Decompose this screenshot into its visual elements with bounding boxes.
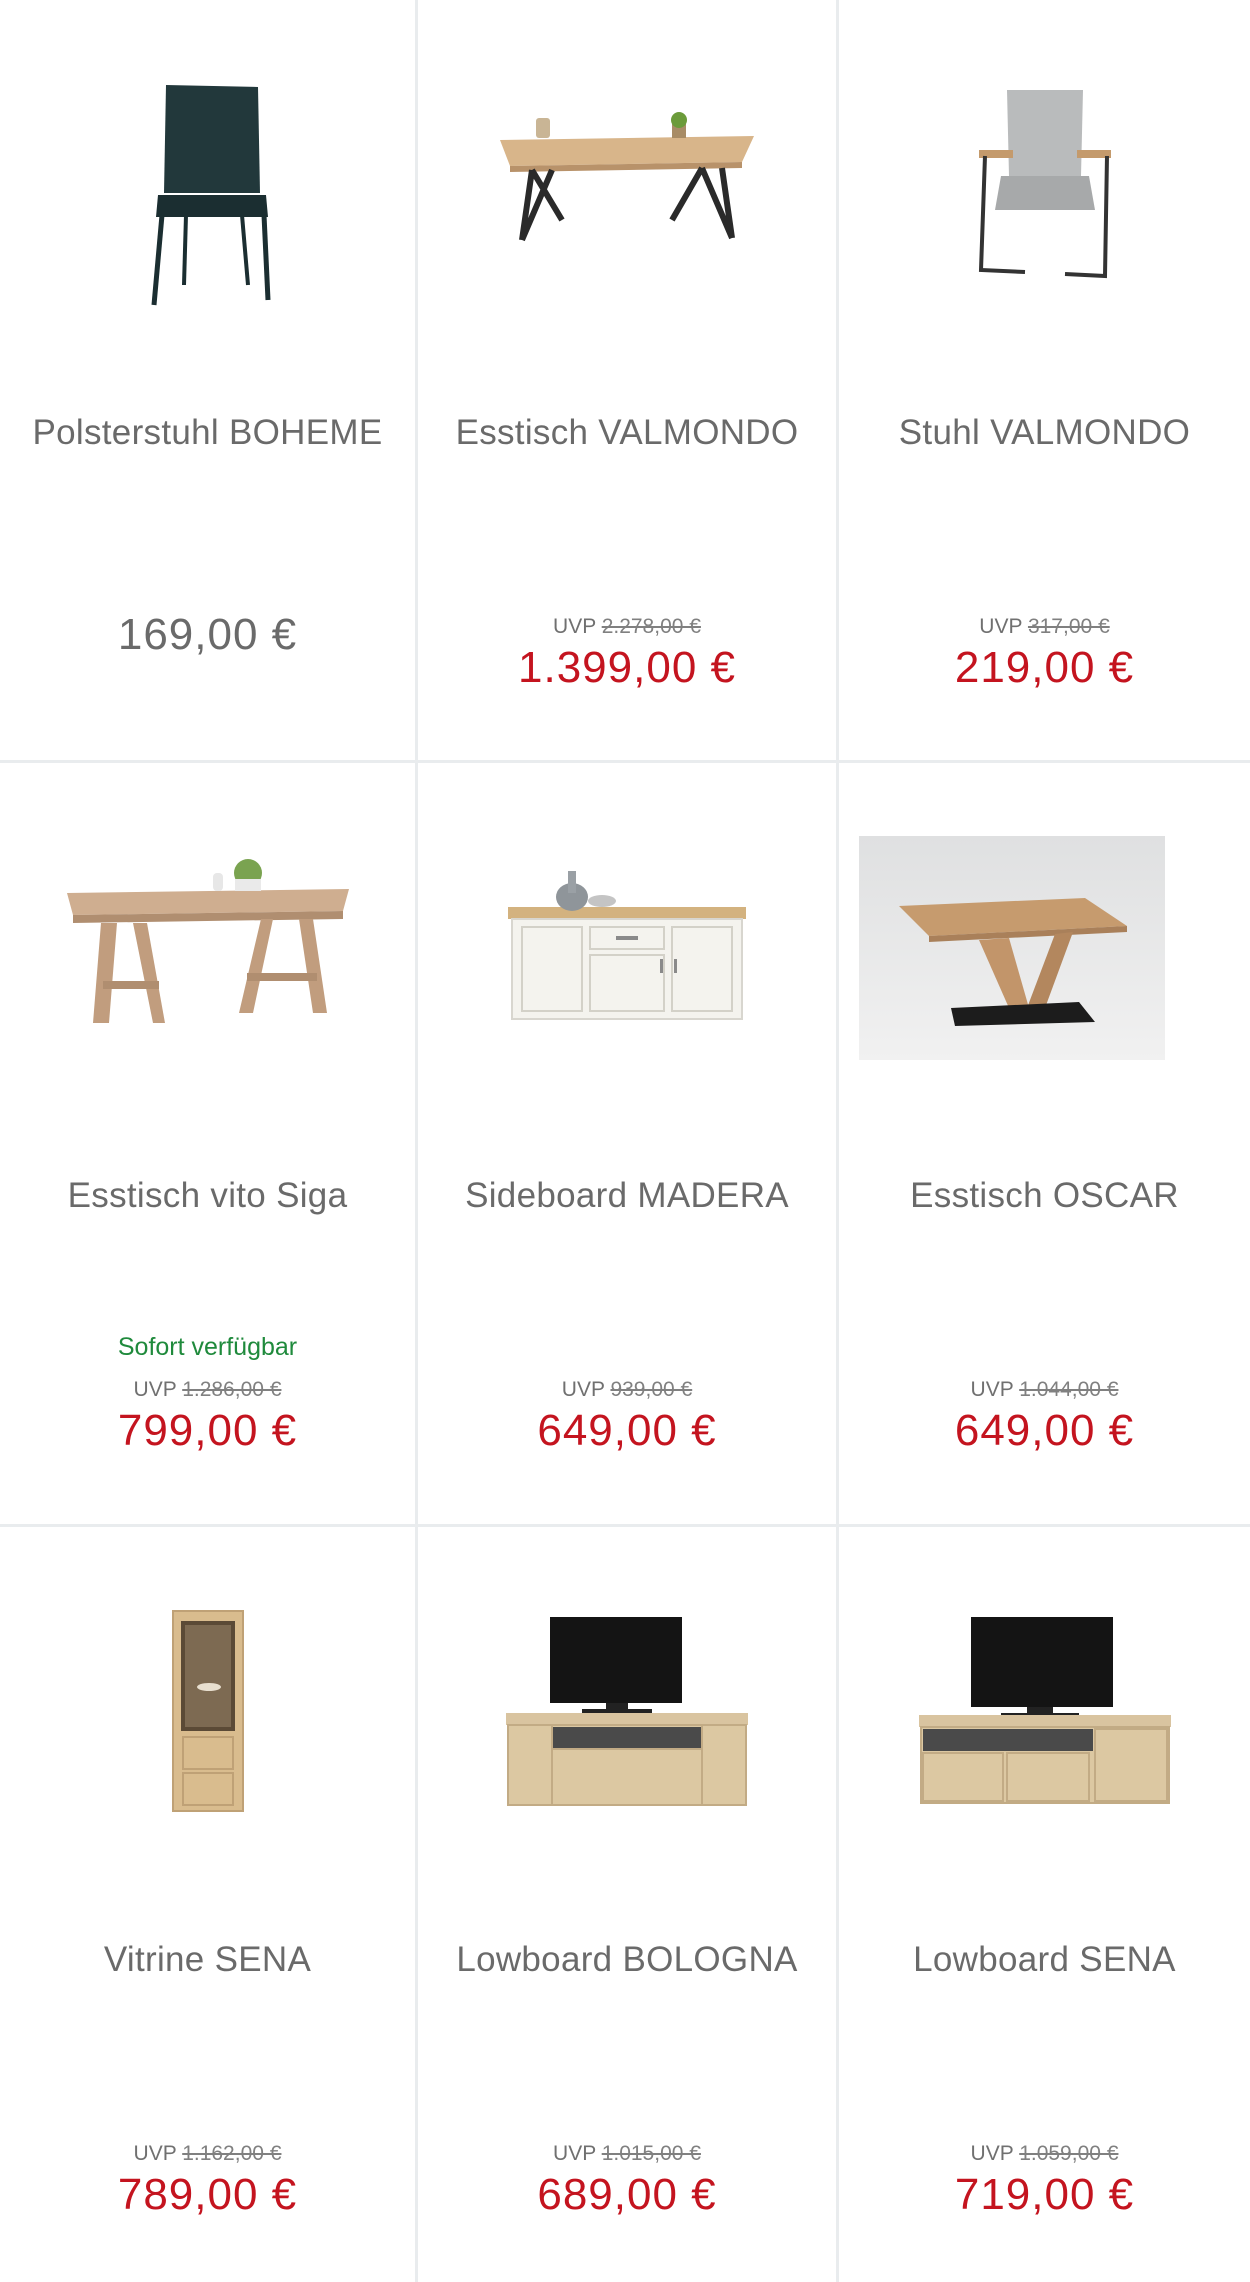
product-card[interactable]: Vitrine SENA UVP 1.162,00 € 789,00 € [0, 1527, 418, 2282]
product-price: 789,00 € [117, 2170, 298, 2219]
product-price: 689,00 € [537, 2170, 717, 2219]
product-name[interactable]: Esstisch OSCAR [849, 1173, 1240, 1218]
pedestal-dining-table-icon [859, 836, 1165, 1060]
armchair-grey-icon [978, 90, 1111, 279]
product-card[interactable]: Lowboard BOLOGNA UVP 1.015,00 € 689,00 € [418, 1527, 839, 2282]
product-image[interactable] [418, 1567, 836, 1857]
uvp-price: 317,00 € [1027, 615, 1110, 638]
uvp-line: UVP 317,00 € [839, 615, 1250, 639]
white-sideboard-icon [508, 871, 746, 1020]
dining-table-black-legs-icon [500, 112, 754, 242]
uvp-line: UVP 1.059,00 € [839, 2142, 1250, 2166]
product-price: 1.399,00 € [518, 643, 736, 692]
uvp-line: UVP 1.286,00 € [0, 1378, 415, 1402]
product-image[interactable] [0, 40, 415, 330]
uvp-label: UVP [970, 1378, 1014, 1401]
uvp-line: UVP 939,00 € [418, 1378, 836, 1402]
uvp-label: UVP [970, 2142, 1014, 2165]
availability-status: Sofort verfügbar [117, 1333, 298, 1361]
uvp-price: 1.286,00 € [182, 1378, 282, 1401]
product-name[interactable]: Esstisch VALMONDO [428, 410, 826, 455]
uvp-line: UVP 2.278,00 € [418, 615, 836, 639]
product-name[interactable]: Lowboard BOLOGNA [428, 1937, 826, 1982]
wooden-dining-table-icon [66, 859, 349, 1023]
uvp-price: 1.044,00 € [1019, 1378, 1119, 1401]
product-name[interactable]: Vitrine SENA [10, 1937, 405, 1982]
product-name[interactable]: Sideboard MADERA [428, 1173, 826, 1218]
product-card[interactable]: Sideboard MADERA UVP 939,00 € 649,00 € [418, 763, 839, 1527]
product-card[interactable]: Polsterstuhl BOHEME 169,00 € [0, 0, 418, 763]
uvp-label: UVP [553, 615, 596, 638]
uvp-price: 1.015,00 € [601, 2142, 701, 2165]
tv-lowboard-icon [506, 1617, 748, 1806]
uvp-line: UVP 1.162,00 € [0, 2142, 415, 2166]
product-price: 169,00 € [117, 610, 298, 659]
product-price: 799,00 € [117, 1406, 298, 1455]
uvp-label: UVP [133, 2142, 177, 2165]
uvp-label: UVP [561, 1378, 605, 1401]
product-card[interactable]: Esstisch VALMONDO UVP 2.278,00 € 1.399,0… [418, 0, 839, 763]
uvp-line: UVP 1.015,00 € [418, 2142, 836, 2166]
product-price: 219,00 € [954, 643, 1135, 692]
product-name[interactable]: Polsterstuhl BOHEME [10, 410, 405, 455]
dining-chair-dark-green-icon [151, 85, 270, 306]
product-image[interactable] [418, 803, 836, 1093]
product-price: 649,00 € [954, 1406, 1135, 1455]
product-name[interactable]: Stuhl VALMONDO [849, 410, 1240, 455]
product-card[interactable]: Esstisch vito Siga Sofort verfügbar UVP … [0, 763, 418, 1527]
uvp-label: UVP [553, 2142, 596, 2165]
product-name[interactable]: Esstisch vito Siga [10, 1173, 405, 1218]
uvp-line: UVP 1.044,00 € [839, 1378, 1250, 1402]
uvp-price: 2.278,00 € [601, 615, 701, 638]
product-name[interactable]: Lowboard SENA [849, 1937, 1240, 1982]
product-card[interactable]: Esstisch OSCAR UVP 1.044,00 € 649,00 € [839, 763, 1250, 1527]
product-image[interactable] [839, 803, 1250, 1093]
product-image[interactable] [839, 40, 1250, 330]
uvp-price: 1.059,00 € [1019, 2142, 1119, 2165]
display-cabinet-icon [171, 1610, 244, 1812]
uvp-price: 1.162,00 € [182, 2142, 282, 2165]
product-card[interactable]: Stuhl VALMONDO UVP 317,00 € 219,00 € [839, 0, 1250, 763]
product-grid: Polsterstuhl BOHEME 169,00 € Esstisch VA… [0, 0, 1250, 2282]
product-image[interactable] [0, 803, 415, 1093]
uvp-label: UVP [133, 1378, 177, 1401]
product-image[interactable] [418, 40, 836, 330]
tv-lowboard-icon [918, 1617, 1171, 1804]
product-price: 719,00 € [954, 2170, 1135, 2219]
product-image[interactable] [0, 1567, 415, 1857]
product-card[interactable]: Lowboard SENA UVP 1.059,00 € 719,00 € [839, 1527, 1250, 2282]
product-price: 649,00 € [537, 1406, 717, 1455]
product-image[interactable] [839, 1567, 1250, 1857]
uvp-price: 939,00 € [610, 1378, 693, 1401]
uvp-label: UVP [979, 615, 1023, 638]
